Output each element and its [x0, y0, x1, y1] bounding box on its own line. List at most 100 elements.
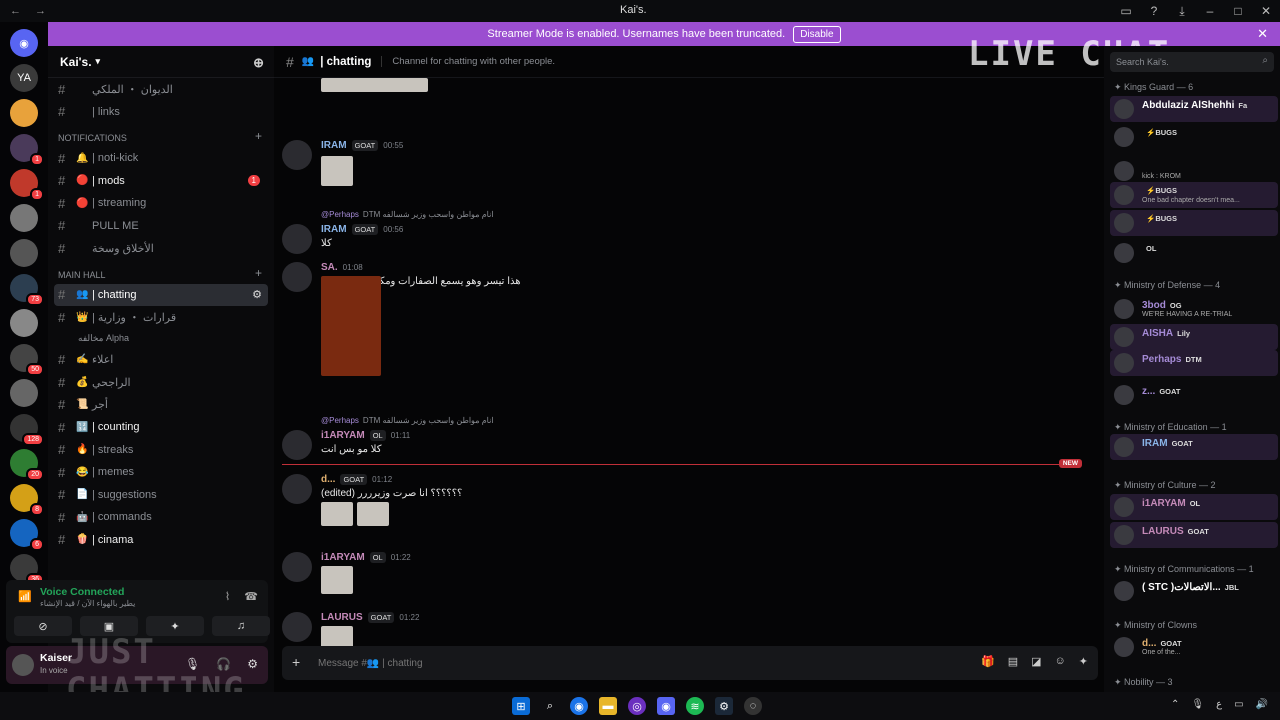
channel-item[interactable]: # 🤖 | commands [48, 506, 274, 529]
maximize-button[interactable]: □ [1224, 0, 1252, 22]
discord-home-icon[interactable]: ◉ [10, 29, 38, 57]
server-icon[interactable] [10, 379, 38, 407]
avatar[interactable] [282, 262, 312, 292]
channel-item[interactable]: # الديوان ・ الملكي [48, 78, 274, 101]
forward-arrow-icon[interactable]: → [35, 5, 46, 17]
inbox-icon[interactable]: ▭ [1112, 0, 1140, 22]
search-input[interactable]: Search Kai's. ⌕ [1110, 52, 1274, 72]
headphones-icon[interactable]: 🎧 [216, 657, 231, 671]
server-icon[interactable]: 20 [10, 449, 44, 481]
activities-button[interactable]: ✦ [146, 616, 204, 636]
member-item[interactable]: LAURUS GOAT [1110, 522, 1278, 548]
member-item[interactable]: ⚡BUGS One bad chapter doesn't mea... [1110, 182, 1278, 208]
member-item[interactable]: Perhaps DTM [1110, 350, 1278, 376]
image-attachment[interactable] [321, 156, 353, 186]
role-tag[interactable]: OL [369, 430, 386, 441]
help-icon[interactable]: ? [1140, 0, 1168, 22]
image-attachment[interactable] [357, 502, 389, 526]
member-item[interactable]: ⚡BUGS [1110, 210, 1278, 236]
role-tag[interactable]: GOAT [340, 474, 368, 485]
member-item[interactable]: kick : KROM [1110, 158, 1278, 184]
channel-item[interactable]: # الأخلاق وسخة [48, 237, 274, 260]
steam-icon[interactable]: ⚙ [715, 697, 733, 715]
server-icon[interactable] [10, 204, 38, 232]
message-author[interactable]: IRAM [321, 140, 347, 151]
add-channel-icon[interactable]: + [255, 129, 262, 143]
category-notifications[interactable]: NOTIFICATIONS + [48, 123, 274, 147]
server-icon[interactable]: 8 [10, 484, 44, 516]
reply-preview[interactable]: @Perhaps DTM انام مواطن واسحب وزير شسالفه [321, 210, 494, 219]
channel-item[interactable]: # | links [48, 101, 274, 124]
message-author[interactable]: i1ARYAM [321, 552, 365, 563]
avatar[interactable] [282, 612, 312, 642]
member-item[interactable]: ( STC )الاتصالات... JBL [1110, 578, 1278, 604]
member-item[interactable]: Abdulaziz AlShehhi Fa [1110, 96, 1278, 122]
avatar[interactable] [282, 224, 312, 254]
browser-icon[interactable]: ◉ [570, 697, 588, 715]
server-icon[interactable]: 6 [10, 519, 44, 551]
spotify-icon[interactable]: ≋ [686, 697, 704, 715]
channel-item[interactable]: # 🔴 | streaming [48, 192, 274, 215]
member-item[interactable]: i1ARYAM OL [1110, 494, 1278, 520]
channel-item[interactable]: # 📜 أجر [48, 394, 274, 417]
member-item[interactable]: IRAM GOAT [1110, 434, 1278, 460]
soundboard-button[interactable]: ♫ [212, 616, 270, 636]
signal-icon[interactable]: 📶 [18, 590, 32, 603]
channel-item[interactable]: # ✍️ اعلاء [48, 349, 274, 372]
message-author[interactable]: i1ARYAM [321, 430, 365, 441]
channel-item[interactable]: # 🔥 | streaks [48, 439, 274, 462]
sticker-icon[interactable]: ◪ [1031, 655, 1041, 668]
message-author[interactable]: d... [321, 474, 335, 485]
avatar[interactable] [282, 474, 312, 504]
disable-button[interactable]: Disable [793, 25, 841, 43]
category-main-hall[interactable]: MAIN HALL + [48, 260, 274, 284]
voice-channel-name[interactable]: يطير بالهواء الآن / قيد الإنشاء [40, 599, 135, 608]
message-author[interactable]: SA. [321, 262, 338, 273]
windows-start-icon[interactable]: ⊞ [512, 697, 530, 715]
server-icon[interactable] [10, 309, 38, 337]
language-icon[interactable]: ع [1216, 699, 1222, 710]
member-item[interactable]: 3bod OG WE'RE HAVING A RE-TRIAL [1110, 296, 1278, 322]
add-member-icon[interactable]: ⊕ [253, 55, 264, 71]
message-author[interactable]: IRAM [321, 224, 347, 235]
server-icon[interactable] [10, 239, 38, 267]
gif-icon[interactable]: ▤ [1008, 655, 1018, 668]
member-item[interactable]: z... GOAT [1110, 382, 1278, 408]
member-item[interactable]: AISHA Lily [1110, 324, 1278, 350]
message-author[interactable]: LAURUS [321, 612, 363, 623]
channel-item[interactable]: # 🔢 | counting [48, 416, 274, 439]
microphone-tray-icon[interactable]: 🎙 [1191, 699, 1204, 710]
role-tag[interactable]: OL [369, 552, 386, 563]
search-icon[interactable]: ⌕ [541, 697, 559, 715]
volume-icon[interactable]: 🔊 [1256, 699, 1268, 710]
image-attachment[interactable] [321, 78, 428, 92]
channel-settings-icon[interactable]: ⚙ [252, 288, 262, 301]
avatar[interactable] [282, 430, 312, 460]
channel-topic[interactable]: Channel for chatting with other people. [381, 56, 555, 67]
noise-suppression-icon[interactable]: ⌇ [225, 590, 230, 603]
microphone-icon[interactable]: 🎙 [185, 657, 200, 671]
chevron-up-icon[interactable]: ⌃ [1171, 699, 1179, 710]
minimize-button[interactable]: – [1196, 0, 1224, 22]
server-icon[interactable]: 50 [10, 344, 44, 376]
add-attachment-icon[interactable]: + [292, 654, 300, 670]
reply-preview[interactable]: @Perhaps DTM انام مواطن واسحب وزير شسالفه [321, 416, 494, 425]
avatar[interactable] [12, 654, 34, 676]
username[interactable]: Kaiser [40, 652, 72, 664]
app-icon[interactable]: ◌ [744, 697, 762, 715]
channel-item[interactable]: # 😂 | memes [48, 461, 274, 484]
screen-share-button[interactable]: ▣ [80, 616, 138, 636]
camera-off-button[interactable]: ⊘ [14, 616, 72, 636]
channel-item[interactable]: # 🔔 | noti-kick [48, 147, 274, 170]
server-icon[interactable]: 128 [10, 414, 44, 446]
member-item[interactable]: OL [1110, 240, 1278, 266]
banner-close-icon[interactable]: ✕ [1257, 26, 1268, 42]
settings-gear-icon[interactable]: ⚙ [247, 657, 258, 671]
network-icon[interactable]: ▭ [1234, 699, 1243, 710]
channel-item[interactable]: # 🔴 | mods 1 [48, 170, 274, 193]
image-attachment[interactable] [321, 276, 381, 376]
server-icon[interactable]: YA [10, 64, 38, 92]
add-channel-icon[interactable]: + [255, 266, 262, 280]
gift-icon[interactable]: 🎁 [981, 655, 995, 668]
file-explorer-icon[interactable]: ▬ [599, 697, 617, 715]
